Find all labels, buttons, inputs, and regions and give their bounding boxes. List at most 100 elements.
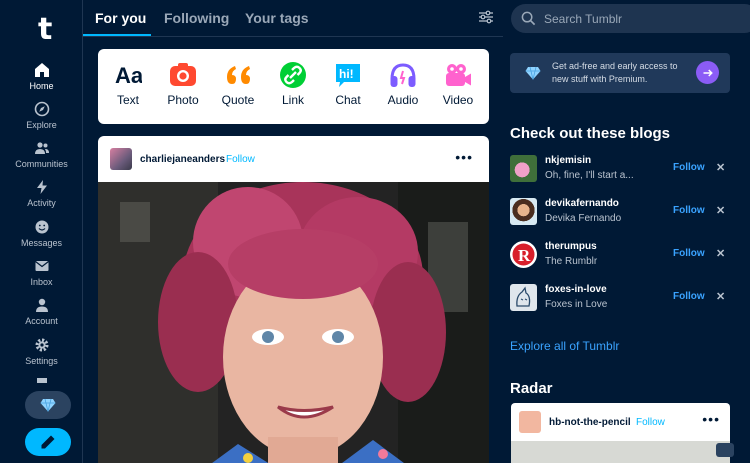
search-icon xyxy=(521,11,536,26)
nav-explore[interactable]: Explore xyxy=(0,101,83,130)
arrow-right-icon xyxy=(703,69,713,77)
pencil-icon xyxy=(41,435,55,449)
nav-settings[interactable]: Settings xyxy=(0,337,83,366)
blog-avatar[interactable] xyxy=(510,155,537,182)
explore-all-link[interactable]: Explore all of Tumblr xyxy=(510,339,619,353)
nav-messages-label: Messages xyxy=(20,238,63,248)
search-bar xyxy=(511,4,750,33)
dismiss-icon[interactable]: ✕ xyxy=(716,290,725,303)
dismiss-icon[interactable]: ✕ xyxy=(716,161,725,174)
post-follow-button[interactable]: Follow xyxy=(226,154,255,165)
nav-home[interactable]: Home xyxy=(0,62,83,91)
premium-banner-text: Get ad-free and early access to new stuf… xyxy=(552,61,678,84)
blog-follow-button[interactable]: Follow xyxy=(673,291,705,302)
blog-subtitle: Foxes in Love xyxy=(545,299,608,310)
shop-icon xyxy=(36,378,47,383)
blog-name[interactable]: nkjemisin xyxy=(545,155,591,166)
post-type-bar: Aa Text Photo Quote Link hi! Chat Audio … xyxy=(98,49,489,124)
recommended-blog-row[interactable]: nkjemisin Oh, fine, I'll start a... Foll… xyxy=(510,155,730,191)
tab-your-tags[interactable]: Your tags xyxy=(245,10,309,26)
post-blog-name[interactable]: charliejaneanders xyxy=(140,154,225,165)
blog-subtitle: Devika Fernando xyxy=(545,213,622,224)
video-camera-icon xyxy=(446,64,471,86)
nav-communities[interactable]: Communities xyxy=(0,140,83,169)
keyboard-shortcuts-icon[interactable] xyxy=(716,443,734,457)
blog-follow-button[interactable]: Follow xyxy=(673,162,705,173)
post-type-video-label: Video xyxy=(442,93,474,107)
blog-avatar[interactable] xyxy=(510,284,537,311)
radar-post-image[interactable] xyxy=(511,441,730,463)
link-icon xyxy=(280,62,306,88)
tumblr-logo[interactable]: t xyxy=(38,12,52,47)
nav-home-label: Home xyxy=(29,81,54,91)
filter-sliders-icon[interactable] xyxy=(478,9,494,25)
dismiss-icon[interactable]: ✕ xyxy=(716,247,725,260)
check-out-blogs-heading: Check out these blogs xyxy=(510,125,671,142)
blog-follow-button[interactable]: Follow xyxy=(673,205,705,216)
smiley-icon xyxy=(35,220,48,234)
recommended-blog-row[interactable]: R therumpus The Rumblr Follow ✕ xyxy=(510,241,730,277)
chat-icon: hi! xyxy=(336,64,360,87)
blog-name[interactable]: foxes-in-love xyxy=(545,284,607,295)
post-photo[interactable] xyxy=(98,182,489,463)
nav-account[interactable]: Account xyxy=(0,297,83,326)
post-type-text-label: Text xyxy=(116,93,139,107)
blog-avatar[interactable] xyxy=(510,198,537,225)
feed-tabs: For you Following Your tags xyxy=(83,0,503,37)
bolt-icon xyxy=(36,180,47,194)
svg-text:hi!: hi! xyxy=(339,67,354,81)
compose-button[interactable] xyxy=(25,428,71,456)
person-icon xyxy=(35,298,48,312)
post-header: charliejaneanders Follow ••• xyxy=(98,136,489,182)
blog-follow-button[interactable]: Follow xyxy=(673,248,705,259)
dismiss-icon[interactable]: ✕ xyxy=(716,204,725,217)
tab-following[interactable]: Following xyxy=(164,10,229,26)
nav-messages[interactable]: Messages xyxy=(0,219,83,248)
nav-communities-label: Communities xyxy=(15,159,68,169)
post-more-options-button[interactable]: ••• xyxy=(455,149,473,165)
post-type-link[interactable]: Link xyxy=(268,61,318,107)
people-icon xyxy=(34,142,49,154)
dashboard-post: charliejaneanders Follow ••• xyxy=(98,136,489,463)
radar-follow-button[interactable]: Follow xyxy=(636,417,665,428)
gem-icon xyxy=(525,66,541,80)
radar-blog-name[interactable]: hb-not-the-pencil xyxy=(549,417,631,428)
active-tab-indicator xyxy=(83,34,151,36)
gear-icon xyxy=(35,338,48,352)
blog-name[interactable]: devikafernando xyxy=(545,198,619,209)
headphones-icon xyxy=(390,63,416,87)
post-type-quote[interactable]: Quote xyxy=(213,61,263,107)
recommended-blog-row[interactable]: foxes-in-love Foxes in Love Follow ✕ xyxy=(510,284,730,320)
home-icon xyxy=(34,63,49,77)
post-avatar[interactable] xyxy=(110,148,132,170)
premium-arrow-button[interactable] xyxy=(696,61,719,84)
quote-icon xyxy=(227,66,250,84)
blog-avatar[interactable]: R xyxy=(510,241,537,268)
blog-subtitle: The Rumblr xyxy=(545,256,598,267)
radar-more-options-button[interactable]: ••• xyxy=(702,411,720,427)
premium-button[interactable] xyxy=(25,391,71,419)
radar-post-card: hb-not-the-pencil Follow ••• xyxy=(511,403,730,463)
text-aa-icon: Aa xyxy=(115,63,142,88)
post-type-chat[interactable]: hi! Chat xyxy=(323,61,373,107)
envelope-icon xyxy=(34,261,49,271)
blog-name[interactable]: therumpus xyxy=(545,241,597,252)
gem-icon xyxy=(40,398,56,412)
nav-inbox[interactable]: Inbox xyxy=(0,258,83,287)
nav-inbox-label: Inbox xyxy=(30,277,53,287)
post-type-audio-label: Audio xyxy=(387,93,419,107)
post-type-audio[interactable]: Audio xyxy=(378,61,428,107)
rumpus-r-icon: R xyxy=(512,243,535,266)
nav-activity[interactable]: Activity xyxy=(0,179,83,208)
radar-blog-avatar[interactable] xyxy=(519,411,541,433)
recommended-blog-row[interactable]: devikafernando Devika Fernando Follow ✕ xyxy=(510,198,730,234)
svg-text:R: R xyxy=(518,246,531,265)
search-input[interactable] xyxy=(544,4,744,33)
post-type-photo-label: Photo xyxy=(167,93,199,107)
svg-text:Aa: Aa xyxy=(115,63,142,88)
post-type-photo[interactable]: Photo xyxy=(158,61,208,107)
post-type-video[interactable]: Video xyxy=(433,61,483,107)
camera-icon xyxy=(170,63,196,86)
tab-for-you[interactable]: For you xyxy=(95,10,146,26)
post-type-text[interactable]: Aa Text xyxy=(103,61,153,107)
